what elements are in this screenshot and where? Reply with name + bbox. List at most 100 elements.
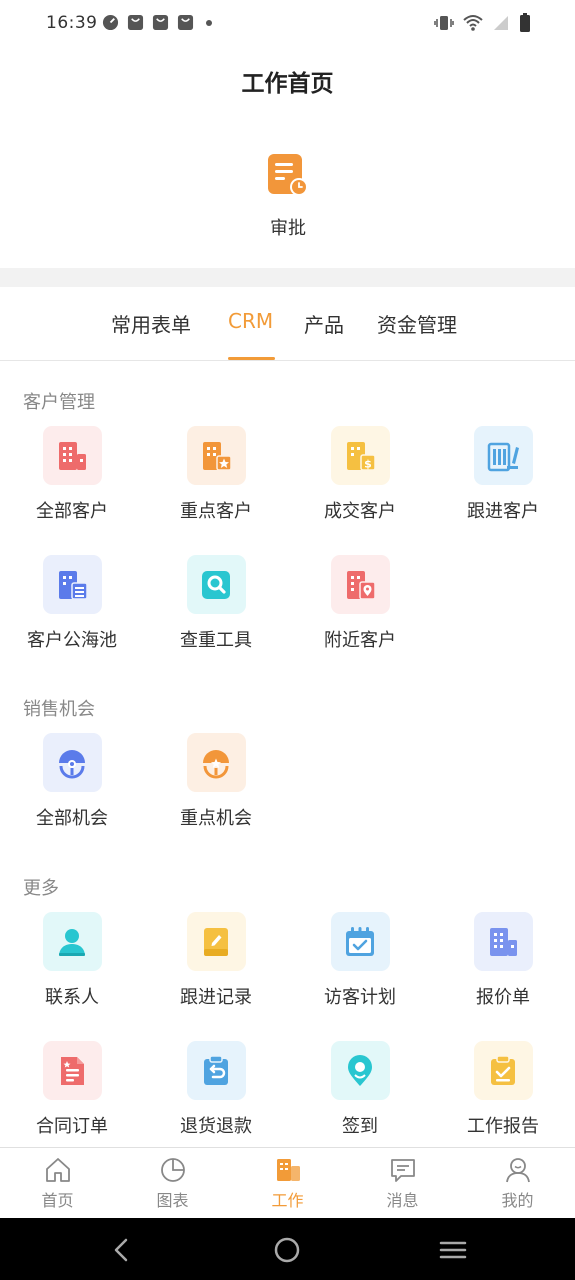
building-quote-icon (490, 927, 517, 956)
calendar-check-icon (346, 926, 374, 956)
building-location-icon (347, 570, 376, 600)
grid-item-key-opportunities[interactable]: 重点机会 (144, 733, 288, 830)
section-title-more: 更多 (23, 878, 59, 899)
grid-item-returns-refunds[interactable]: 退货退款 (144, 1041, 288, 1138)
grid-item-nearby-customers[interactable]: 附近客户 (288, 555, 432, 652)
grid-item-work-report[interactable]: 工作报告 (431, 1041, 575, 1138)
nav-label: 图表 (156, 1191, 189, 1210)
grid-item-all-opportunities[interactable]: 全部机会 (0, 733, 144, 830)
grid-item-customer-pool[interactable]: 客户公海池 (0, 555, 144, 652)
contact-person-icon (59, 928, 85, 956)
nav-profile[interactable]: 我的 (460, 1156, 575, 1211)
icon-bg (42, 1041, 102, 1100)
tab-common-forms[interactable]: 常用表单 (111, 309, 191, 338)
nav-label: 我的 (501, 1191, 534, 1210)
message-icon (390, 1159, 415, 1182)
grid-item-label: 退货退款 (180, 1116, 252, 1137)
icon-bg (186, 912, 246, 971)
grid-item-label: 访客计划 (324, 987, 396, 1008)
grid-item-label: 重点机会 (180, 808, 252, 829)
home-icon (45, 1158, 70, 1182)
home-circle-icon[interactable] (273, 1236, 301, 1264)
wifi-icon (463, 15, 483, 31)
grid-item-label: 跟进客户 (467, 501, 539, 522)
approval-label: 审批 (270, 218, 306, 239)
grid-item-label: 联系人 (45, 987, 99, 1008)
grid-item-label: 签到 (342, 1116, 378, 1137)
icon-bg (473, 1041, 533, 1100)
opportunity-icon (59, 749, 85, 778)
icon-bg (330, 555, 390, 614)
grid-item-label: 跟进记录 (180, 987, 252, 1008)
grid-item-contract-orders[interactable]: 合同订单 (0, 1041, 144, 1138)
icon-bg: $ (330, 426, 390, 485)
status-bar: 16:39 (0, 0, 575, 46)
search-icon (202, 570, 230, 599)
nav-messages[interactable]: 消息 (345, 1156, 460, 1211)
status-time: 16:39 (46, 13, 98, 33)
more-notifications-dot (206, 19, 212, 26)
building-icon (59, 441, 86, 470)
grid-item-quotation[interactable]: 报价单 (431, 912, 575, 1009)
clipboard-check-icon (491, 1054, 515, 1085)
grid-item-visit-plan[interactable]: 访客计划 (288, 912, 432, 1009)
grid-item-key-customers[interactable]: 重点客户 (144, 426, 288, 523)
nav-label: 工作 (271, 1191, 304, 1210)
tab-crm[interactable]: CRM (228, 309, 273, 333)
clipboard-return-icon (204, 1054, 228, 1085)
svg-text:$: $ (364, 457, 372, 470)
grid-item-closed-customers[interactable]: $ 成交客户 (288, 426, 432, 523)
system-status-icons (434, 13, 531, 33)
grid-item-label: 附近客户 (324, 630, 396, 651)
grid-item-check-in[interactable]: 签到 (288, 1041, 432, 1138)
grid-item-label: 报价单 (476, 987, 530, 1008)
grid-item-label: 全部机会 (36, 808, 108, 829)
grid-item-label: 工作报告 (467, 1116, 539, 1137)
shopping-bag-icon (152, 14, 169, 31)
bottom-navigation: 首页 图表 工作 消息 我的 (0, 1147, 575, 1218)
nav-work[interactable]: 工作 (230, 1156, 345, 1211)
icon-bg (42, 555, 102, 614)
notification-icons (102, 14, 212, 31)
nav-home[interactable]: 首页 (0, 1156, 115, 1211)
tab-fund-management[interactable]: 资金管理 (377, 309, 457, 338)
icon-bg (473, 912, 533, 971)
grid-item-label: 全部客户 (36, 501, 108, 522)
grid-item-label: 成交客户 (324, 501, 396, 522)
icon-bg (186, 1041, 246, 1100)
grid-item-label: 重点客户 (180, 501, 252, 522)
section-divider (0, 268, 575, 287)
nav-charts[interactable]: 图表 (115, 1156, 230, 1211)
grid-item-contacts[interactable]: 联系人 (0, 912, 144, 1009)
section-title-customer: 客户管理 (23, 392, 95, 413)
grid-item-label: 客户公海池 (27, 630, 117, 651)
system-navigation-bar (0, 1218, 575, 1280)
pie-chart-icon (160, 1158, 185, 1182)
user-icon (505, 1158, 530, 1183)
work-building-icon (276, 1159, 300, 1181)
battery-icon (520, 13, 530, 32)
icon-bg (330, 912, 390, 971)
grid-item-all-customers[interactable]: 全部客户 (0, 426, 144, 523)
building-dollar-icon: $ (347, 441, 376, 471)
vibrate-icon (434, 16, 454, 30)
approval-button[interactable]: 审批 (258, 150, 318, 240)
shopping-bag-icon (177, 14, 194, 31)
notebook-edit-icon (204, 927, 228, 956)
icon-bg (186, 733, 246, 792)
tab-products[interactable]: 产品 (304, 309, 344, 338)
menu-icon[interactable] (439, 1236, 467, 1264)
grid-item-duplicate-check[interactable]: 查重工具 (144, 555, 288, 652)
signal-icon (494, 16, 508, 30)
contract-document-icon (61, 1056, 84, 1085)
location-pin-icon (348, 1054, 372, 1086)
key-opportunity-icon (203, 749, 229, 778)
grid-item-followup-records[interactable]: 跟进记录 (144, 912, 288, 1009)
icon-bg (42, 733, 102, 792)
building-list-icon (59, 570, 88, 600)
approval-doc-icon (268, 154, 308, 196)
back-icon[interactable] (108, 1236, 136, 1264)
grid-item-followup-customers[interactable]: 跟进客户 (431, 426, 575, 523)
category-tabs: 常用表单 CRM 产品 资金管理 (0, 287, 575, 361)
section-title-sales: 销售机会 (23, 699, 95, 720)
